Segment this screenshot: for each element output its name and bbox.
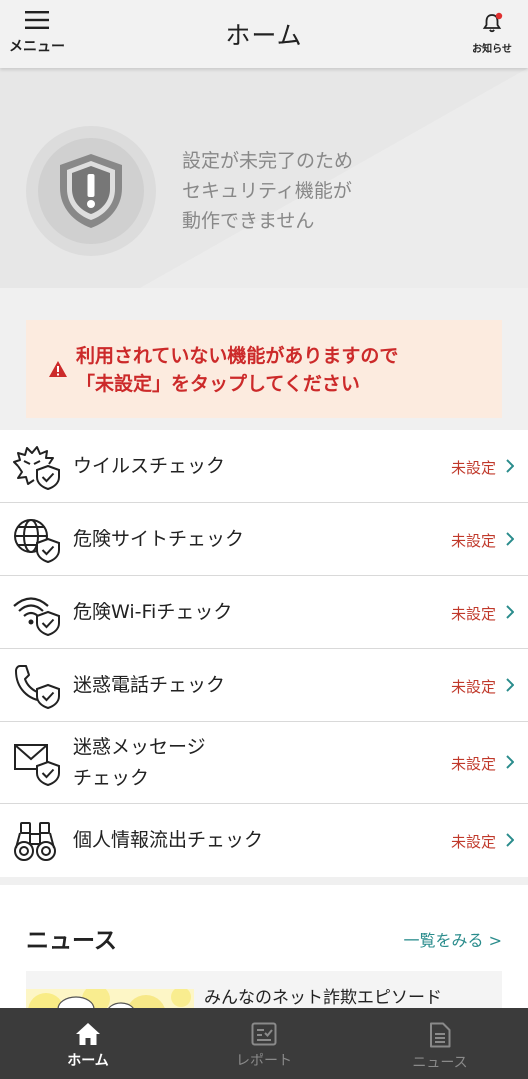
home-icon <box>76 1023 100 1045</box>
notification-label: お知らせ <box>472 44 512 55</box>
wifi-shield-icon <box>13 597 60 636</box>
notification-button[interactable]: お知らせ <box>470 12 514 56</box>
news-card-title: みんなのネット詐欺エピソード <box>204 988 442 1008</box>
nav-tab-home[interactable]: ホーム <box>0 1008 176 1079</box>
hamburger-icon <box>25 11 49 29</box>
status-line-3: 動作できません <box>182 210 315 232</box>
status-message: 設定が未完了のため セキュリティ機能が 動作できません <box>182 146 353 236</box>
news-section-title: ニュース <box>26 928 117 954</box>
status-line-1: 設定が未完了のため <box>182 150 354 172</box>
feature-label: 迷惑電話チェック <box>73 674 226 696</box>
feature-item-personal-info-leak-check[interactable]: 個人情報流出チェック 未設定 <box>0 804 528 877</box>
alert-triangle-icon <box>49 361 67 377</box>
feature-item-spam-message-check[interactable]: 迷惑メッセージ チェック 未設定 <box>0 722 528 804</box>
feature-item-dangerous-site-check[interactable]: 危険サイトチェック 未設定 <box>0 503 528 576</box>
news-see-all-link[interactable]: 一覧をみる > <box>404 927 503 951</box>
feature-label: 危険サイトチェック <box>73 528 245 550</box>
menu-label: メニュー <box>9 39 65 55</box>
chevron-right-icon <box>506 532 514 546</box>
feature-label-line-1: 迷惑メッセージ <box>73 736 206 758</box>
status-unset: 未設定 <box>450 833 496 851</box>
chevron-right-icon <box>506 833 514 847</box>
chevron-right-icon <box>506 678 514 692</box>
binoculars-icon <box>14 822 56 861</box>
status-line-2: セキュリティ機能が <box>182 180 352 202</box>
news-icon <box>430 1022 451 1048</box>
globe-shield-icon <box>14 519 60 563</box>
phone-shield-icon <box>15 665 60 709</box>
feature-list: ウイルスチェック 未設定 危険サイトチェック 未設定 危険Wi-Fiチェック 未… <box>0 430 528 877</box>
nav-label-home: ホーム <box>67 1053 109 1069</box>
feature-item-spam-call-check[interactable]: 迷惑電話チェック 未設定 <box>0 649 528 722</box>
report-icon <box>251 1022 277 1046</box>
nav-tab-report[interactable]: レポート <box>176 1008 352 1079</box>
chevron-right-icon <box>506 755 514 769</box>
feature-item-dangerous-wifi-check[interactable]: 危険Wi-Fiチェック 未設定 <box>0 576 528 649</box>
status-shield <box>26 126 156 256</box>
warning-line-2: 「未設定」をタップしてください <box>76 373 360 395</box>
news-section: ニュース 一覧をみる > みんなのネット詐欺エピソード <box>0 885 528 1015</box>
mail-shield-icon <box>14 744 60 786</box>
app-header: メニュー ホーム お知らせ <box>0 0 528 68</box>
page-title: ホーム <box>225 21 303 50</box>
bell-icon <box>482 12 503 33</box>
menu-button[interactable]: メニュー <box>6 8 68 62</box>
chevron-right-icon <box>506 605 514 619</box>
status-unset: 未設定 <box>450 678 496 696</box>
nav-tab-news[interactable]: ニュース <box>352 1008 528 1079</box>
feature-label: 個人情報流出チェック <box>73 829 264 851</box>
status-unset: 未設定 <box>450 605 496 623</box>
bottom-navigation: ホーム レポート ニュース <box>0 1008 528 1079</box>
nav-label-report: レポート <box>236 1053 292 1069</box>
unconfigured-warning: 利用されていない機能がありますので 「未設定」をタップしてください <box>26 320 502 418</box>
chevron-right-icon <box>506 459 514 473</box>
status-unset: 未設定 <box>450 459 496 477</box>
feature-label: 危険Wi-Fiチェック <box>73 601 233 623</box>
feature-item-virus-check[interactable]: ウイルスチェック 未設定 <box>0 430 528 503</box>
warning-shield-icon <box>60 154 122 228</box>
feature-label: ウイルスチェック <box>73 455 226 477</box>
feature-label-line-2: チェック <box>73 767 150 789</box>
warning-line-1: 利用されていない機能がありますので <box>76 345 399 367</box>
nav-label-news: ニュース <box>412 1055 468 1071</box>
virus-shield-icon <box>13 446 60 490</box>
security-status-hero: 設定が未完了のため セキュリティ機能が 動作できません <box>0 68 528 288</box>
notification-badge <box>495 12 503 20</box>
status-unset: 未設定 <box>450 755 496 773</box>
status-unset: 未設定 <box>450 532 496 550</box>
